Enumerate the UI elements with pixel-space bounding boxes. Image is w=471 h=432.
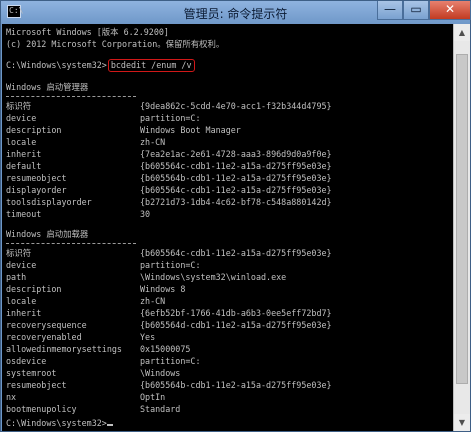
entry-key: resumeobject xyxy=(6,173,67,183)
section-separator xyxy=(6,96,136,97)
entry-value: {6efb52bf-1766-41db-a6b3-0ee5eff72bd7} xyxy=(140,308,332,318)
entry-key: systemroot xyxy=(6,368,57,378)
entry-value: {b605564b-cdb1-11e2-a15a-d275ff95e03e} xyxy=(140,380,332,390)
entry-row: inherit {6efb52bf-1766-41db-a6b3-0ee5eff7… xyxy=(6,307,332,319)
entry-key: nx xyxy=(6,392,17,402)
entry-row: device partition=C: xyxy=(6,259,201,271)
title-bar[interactable]: C:\ 管理员: 命令提示符 — ▭ ✕ xyxy=(1,1,471,24)
entry-value: Standard xyxy=(140,404,181,414)
entry-row: recoveryenabled Yes xyxy=(6,331,155,343)
entry-row: toolsdisplayorder {b2721d73-1db4-4c62-bf7… xyxy=(6,196,332,208)
prompt-text: C:\Windows\system32> xyxy=(6,418,107,428)
command-line: C:\Windows\system32> bcdedit /enum /v xyxy=(6,59,195,72)
entry-row: locale zh-CN xyxy=(6,295,165,307)
entry-row: osdevice partition=C: xyxy=(6,355,201,367)
section-title: Windows 启动加载器 xyxy=(6,229,89,239)
scroll-down-arrow-icon[interactable]: ▼ xyxy=(454,414,470,431)
section-separator xyxy=(6,243,136,244)
entry-value: partition=C: xyxy=(140,113,201,123)
entry-key: osdevice xyxy=(6,356,47,366)
entry-value: 30 xyxy=(140,209,151,219)
entry-value: \Windows\system32\winload.exe xyxy=(140,272,287,282)
entry-row: description Windows Boot Manager xyxy=(6,124,241,136)
entry-value: Yes xyxy=(140,332,156,342)
scrollbar-thumb[interactable] xyxy=(456,54,468,384)
maximize-button[interactable]: ▭ xyxy=(403,1,429,20)
entry-row: locale zh-CN xyxy=(6,136,165,148)
entry-row: resumeobject {b605564b-cdb1-11e2-a15a-d27… xyxy=(6,172,332,184)
entry-value: zh-CN xyxy=(140,137,166,147)
entry-value: Windows 8 xyxy=(140,284,186,294)
entry-key: 标识符 xyxy=(6,248,32,258)
entry-key: device xyxy=(6,260,37,270)
minimize-button[interactable]: — xyxy=(377,1,403,20)
entry-row: bootmenupolicy Standard xyxy=(6,403,180,415)
entry-key: toolsdisplayorder xyxy=(6,197,92,207)
console-header-line: (c) 2012 Microsoft Corporation。保留所有权利。 xyxy=(6,39,225,49)
entry-key: recoveryenabled xyxy=(6,332,82,342)
entry-row: inherit {7ea2e1ac-2e61-4728-aaa3-896d9d0a… xyxy=(6,148,332,160)
entry-row: 标识符 {b605564c-cdb1-11e2-a15a-d275ff95e03e… xyxy=(6,247,332,259)
section-title: Windows 启动管理器 xyxy=(6,82,89,92)
entry-row: recoverysequence {b605564d-cdb1-11e2-a15a… xyxy=(6,319,332,331)
entry-row: path \Windows\system32\winload.exe xyxy=(6,271,286,283)
entry-value: {b605564d-cdb1-11e2-a15a-d275ff95e03e} xyxy=(140,320,332,330)
vertical-scrollbar[interactable]: ▲ ▼ xyxy=(453,24,470,431)
entry-key: 标识符 xyxy=(6,101,32,111)
entry-key: description xyxy=(6,284,62,294)
entry-row: allowedinmemorysettings 0x15000075 xyxy=(6,343,190,355)
entry-value: {b605564b-cdb1-11e2-a15a-d275ff95e03e} xyxy=(140,173,332,183)
entry-key: displayorder xyxy=(6,185,67,195)
entry-key: device xyxy=(6,113,37,123)
entry-row: resumeobject {b605564b-cdb1-11e2-a15a-d27… xyxy=(6,379,332,391)
console-header-line: Microsoft Windows [版本 6.2.9200] xyxy=(6,27,169,37)
console-output[interactable]: Microsoft Windows [版本 6.2.9200] (c) 2012… xyxy=(2,24,453,431)
entry-row: nx OptIn xyxy=(6,391,165,403)
entry-value: \Windows xyxy=(140,368,181,378)
entry-value: {b605564c-cdb1-11e2-a15a-d275ff95e03e} xyxy=(140,185,332,195)
entry-key: timeout xyxy=(6,209,42,219)
entry-row: 标识符 {9dea862c-5cdd-4e70-acc1-f32b344d4795… xyxy=(6,100,332,112)
entry-key: bootmenupolicy xyxy=(6,404,77,414)
entry-key: path xyxy=(6,272,27,282)
command-text: bcdedit /enum /v xyxy=(107,59,195,72)
entry-value: {b605564c-cdb1-11e2-a15a-d275ff95e03e} xyxy=(140,248,332,258)
entry-key: locale xyxy=(6,296,37,306)
entry-row: description Windows 8 xyxy=(6,283,185,295)
entry-value: {b2721d73-1db4-4c62-bf78-c548a880142d} xyxy=(140,197,332,207)
entry-value: 0x15000075 xyxy=(140,344,191,354)
entry-key: default xyxy=(6,161,42,171)
entry-row: device partition=C: xyxy=(6,112,201,124)
entry-value: partition=C: xyxy=(140,260,201,270)
prompt-text: C:\Windows\system32> xyxy=(6,60,107,70)
entry-value: {9dea862c-5cdd-4e70-acc1-f32b344d4795} xyxy=(140,101,332,111)
entry-key: description xyxy=(6,125,62,135)
entry-row: systemroot \Windows xyxy=(6,367,180,379)
entry-key: recoverysequence xyxy=(6,320,87,330)
entry-key: inherit xyxy=(6,308,42,318)
entry-row: default {b605564c-cdb1-11e2-a15a-d275ff95… xyxy=(6,160,332,172)
entry-value: {b605564c-cdb1-11e2-a15a-d275ff95e03e} xyxy=(140,161,332,171)
scroll-up-arrow-icon[interactable]: ▲ xyxy=(454,24,470,41)
final-prompt-line[interactable]: C:\Windows\system32> xyxy=(6,417,113,429)
command-prompt-window: C:\ 管理员: 命令提示符 — ▭ ✕ Microsoft Windows [… xyxy=(0,0,471,432)
entry-row: timeout 30 xyxy=(6,208,150,220)
close-button[interactable]: ✕ xyxy=(429,1,471,20)
entry-value: {7ea2e1ac-2e61-4728-aaa3-896d9d0a9f0e} xyxy=(140,149,332,159)
entry-key: resumeobject xyxy=(6,380,67,390)
entry-key: allowedinmemorysettings xyxy=(6,344,122,354)
entry-value: partition=C: xyxy=(140,356,201,366)
text-cursor xyxy=(106,424,113,426)
entry-value: OptIn xyxy=(140,392,166,402)
entry-key: locale xyxy=(6,137,37,147)
entry-value: Windows Boot Manager xyxy=(140,125,241,135)
entry-key: inherit xyxy=(6,149,42,159)
entry-value: zh-CN xyxy=(140,296,166,306)
entry-row: displayorder {b605564c-cdb1-11e2-a15a-d27… xyxy=(6,184,332,196)
